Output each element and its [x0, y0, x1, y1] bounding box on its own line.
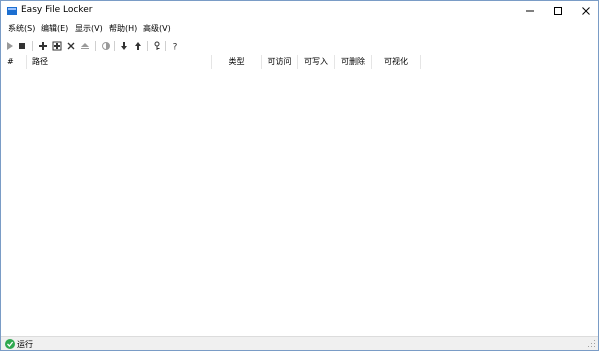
toolbar-separator — [95, 41, 96, 51]
minimize-icon — [526, 10, 534, 12]
key-icon — [154, 41, 160, 50]
menu-help[interactable]: 帮助(H) — [109, 23, 137, 34]
arrow-down-icon — [121, 42, 127, 50]
toolbar: ? — [1, 37, 598, 56]
add-button[interactable] — [37, 40, 49, 52]
arrow-up-icon — [135, 42, 141, 50]
menu-advanced[interactable]: 高级(V) — [143, 23, 171, 34]
toolbar-separator — [32, 41, 33, 51]
toolbar-separator — [114, 41, 115, 51]
delete-button[interactable] — [65, 40, 77, 52]
column-header-path[interactable]: 路径 — [27, 55, 212, 69]
toggle-button[interactable] — [100, 40, 112, 52]
stop-icon — [19, 43, 25, 49]
menu-edit[interactable]: 编辑(E) — [41, 23, 68, 34]
help-button[interactable]: ? — [169, 40, 181, 52]
column-header-accessible[interactable]: 可访问 — [262, 55, 298, 69]
title-bar: Easy File Locker — [1, 1, 598, 21]
play-icon — [7, 42, 13, 50]
svg-text:?: ? — [173, 43, 178, 52]
menu-bar: 系统(S) 编辑(E) 显示(V) 帮助(H) 高级(V) — [1, 21, 598, 36]
status-text: 运行 — [17, 340, 33, 349]
toggle-icon — [102, 42, 110, 50]
status-bar: 运行 — [1, 336, 598, 350]
start-button[interactable] — [4, 40, 16, 52]
eject-button[interactable] — [79, 40, 91, 52]
help-icon: ? — [173, 43, 178, 52]
column-header-type[interactable]: 类型 — [212, 55, 262, 69]
close-icon — [582, 7, 590, 15]
maximize-icon — [554, 7, 562, 15]
column-header-index[interactable]: # — [1, 55, 27, 69]
toolbar-separator — [147, 41, 148, 51]
move-up-button[interactable] — [132, 40, 144, 52]
delete-icon — [67, 42, 75, 50]
password-button[interactable] — [151, 40, 163, 52]
table-header: # 路径 类型 可访问 可写入 可删除 可视化 — [1, 55, 598, 70]
add-icon — [39, 42, 47, 50]
edit-button[interactable] — [51, 40, 63, 52]
column-header-writable[interactable]: 可写入 — [298, 55, 335, 69]
column-header-deletable[interactable]: 可删除 — [335, 55, 372, 69]
check-icon — [5, 339, 15, 349]
toolbar-separator — [165, 41, 166, 51]
column-header-visible[interactable]: 可视化 — [372, 55, 421, 69]
close-button[interactable] — [572, 1, 600, 21]
resize-grip-icon[interactable] — [588, 340, 596, 348]
app-window: Easy File Locker 系统(S) 编辑(E) 显示(V) 帮助(H)… — [0, 0, 599, 351]
move-down-button[interactable] — [118, 40, 130, 52]
eject-icon — [81, 43, 89, 49]
minimize-button[interactable] — [516, 1, 544, 21]
stop-button[interactable] — [16, 40, 28, 52]
window-title: Easy File Locker — [21, 5, 93, 15]
app-icon — [7, 7, 17, 15]
edit-icon — [52, 41, 62, 51]
menu-system[interactable]: 系统(S) — [8, 23, 35, 34]
menu-view[interactable]: 显示(V) — [75, 23, 103, 34]
maximize-button[interactable] — [544, 1, 572, 21]
file-list[interactable] — [1, 69, 598, 338]
